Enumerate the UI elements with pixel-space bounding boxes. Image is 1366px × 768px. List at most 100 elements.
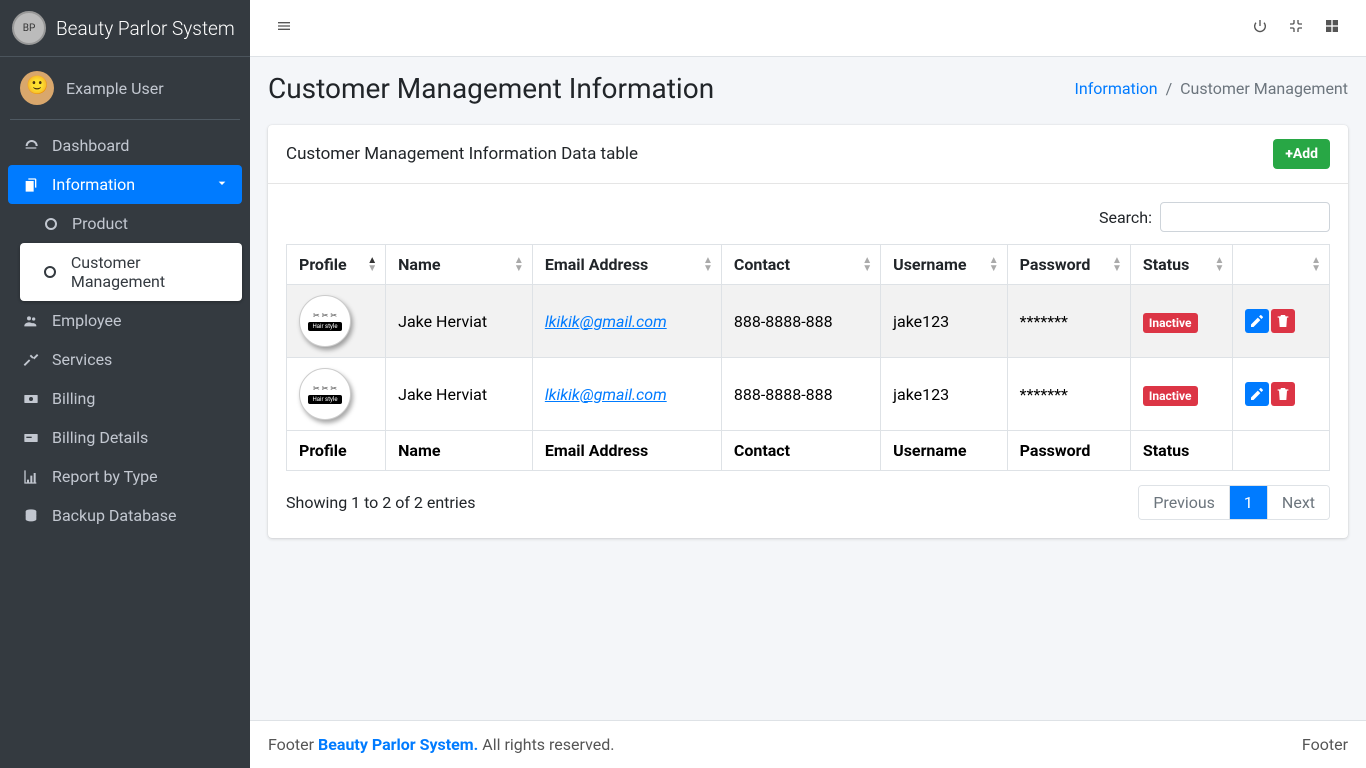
- delete-button[interactable]: [1271, 382, 1295, 406]
- breadcrumb-separator: /: [1162, 79, 1181, 98]
- tools-icon: [20, 352, 42, 368]
- chart-bar-icon: [20, 469, 42, 485]
- card-title: Customer Management Information Data tab…: [286, 144, 638, 164]
- card-body: Search: Profile▲▼ Name▲▼ Email Address▲▼…: [268, 184, 1348, 538]
- nav-label: Employee: [52, 311, 121, 330]
- database-icon: [20, 508, 42, 524]
- nav-label: Billing: [52, 389, 95, 408]
- col-email[interactable]: Email Address▲▼: [532, 245, 721, 285]
- page-title: Customer Management Information: [268, 72, 714, 105]
- delete-button[interactable]: [1271, 309, 1295, 333]
- edit-button[interactable]: [1245, 309, 1269, 333]
- nav-label: Services: [52, 350, 112, 369]
- cell-username: jake123: [881, 285, 1008, 358]
- add-button-label: Add: [1293, 146, 1318, 162]
- menu-toggle-button[interactable]: [266, 10, 302, 46]
- edit-button[interactable]: [1245, 382, 1269, 406]
- search-input[interactable]: [1160, 202, 1330, 232]
- nav-label: Dashboard: [52, 136, 129, 155]
- nav-customer-management[interactable]: Customer Management: [20, 243, 242, 301]
- foot-contact: Contact: [721, 431, 880, 471]
- nav-backup[interactable]: Backup Database: [8, 496, 242, 535]
- money-icon: [20, 391, 42, 407]
- col-username[interactable]: Username▲▼: [881, 245, 1008, 285]
- bars-icon: [276, 18, 292, 34]
- foot-profile: Profile: [287, 431, 386, 471]
- sidebar: BP Beauty Parlor System Example User Das…: [0, 0, 250, 768]
- table-row: Hair style Jake Herviat lkikik@gmail.com…: [287, 285, 1330, 358]
- table-row: Hair style Jake Herviat lkikik@gmail.com…: [287, 358, 1330, 431]
- nav-dashboard[interactable]: Dashboard: [8, 126, 242, 165]
- user-name-label: Example User: [66, 79, 164, 98]
- cell-email-link[interactable]: lkikik@gmail.com: [545, 312, 667, 331]
- compress-button[interactable]: [1278, 10, 1314, 46]
- cell-username: jake123: [881, 358, 1008, 431]
- cell-contact: 888-8888-888: [721, 358, 880, 431]
- search-label: Search:: [1099, 208, 1152, 227]
- pencil-icon: [1249, 386, 1265, 402]
- col-status[interactable]: Status▲▼: [1130, 245, 1233, 285]
- foot-name: Name: [386, 431, 533, 471]
- status-badge: Inactive: [1143, 313, 1198, 333]
- breadcrumb: Information / Customer Management: [1075, 79, 1348, 98]
- sort-asc-icon: ▲▼: [367, 257, 377, 273]
- circle-icon: [40, 218, 62, 230]
- nav-label: Information: [52, 175, 135, 194]
- table-footer: Showing 1 to 2 of 2 entries Previous 1 N…: [286, 485, 1330, 520]
- cell-password: *******: [1007, 285, 1130, 358]
- sort-icon: ▲▼: [989, 257, 999, 273]
- nav-label: Backup Database: [52, 506, 177, 525]
- page-next[interactable]: Next: [1267, 486, 1329, 519]
- footer-brand-link[interactable]: Beauty Parlor System.: [318, 735, 478, 754]
- brand-logo-icon: BP: [12, 11, 46, 45]
- breadcrumb-link[interactable]: Information: [1075, 79, 1158, 98]
- foot-actions: [1233, 431, 1330, 471]
- nav-report[interactable]: Report by Type: [8, 457, 242, 496]
- page-previous[interactable]: Previous: [1139, 486, 1229, 519]
- col-contact[interactable]: Contact▲▼: [721, 245, 880, 285]
- foot-password: Password: [1007, 431, 1130, 471]
- sort-icon: ▲▼: [514, 257, 524, 273]
- breadcrumb-current: Customer Management: [1180, 79, 1348, 98]
- cell-name: Jake Herviat: [386, 285, 533, 358]
- search-row: Search:: [286, 202, 1330, 232]
- cell-email-link[interactable]: lkikik@gmail.com: [545, 385, 667, 404]
- nav-product[interactable]: Product: [20, 204, 242, 243]
- plus-icon: +: [1285, 146, 1292, 162]
- col-name[interactable]: Name▲▼: [386, 245, 533, 285]
- user-panel[interactable]: Example User: [10, 57, 240, 120]
- add-button[interactable]: +Add: [1273, 139, 1330, 169]
- grid-icon: [1324, 18, 1340, 34]
- brand[interactable]: BP Beauty Parlor System: [0, 0, 250, 57]
- user-avatar-icon: [20, 71, 54, 105]
- pagination: Previous 1 Next: [1138, 485, 1330, 520]
- footer-rights: All rights reserved.: [478, 735, 614, 754]
- sort-icon: ▲▼: [862, 257, 872, 273]
- power-icon: [1252, 18, 1268, 34]
- col-password[interactable]: Password▲▼: [1007, 245, 1130, 285]
- nav-employee[interactable]: Employee: [8, 301, 242, 340]
- chevron-down-icon: [214, 175, 230, 195]
- nav-label: Report by Type: [52, 467, 158, 486]
- status-badge: Inactive: [1143, 386, 1198, 406]
- grid-button[interactable]: [1314, 10, 1350, 46]
- compress-icon: [1288, 18, 1304, 34]
- power-button[interactable]: [1242, 10, 1278, 46]
- sort-icon: ▲▼: [703, 257, 713, 273]
- foot-status: Status: [1130, 431, 1233, 471]
- nav-services[interactable]: Services: [8, 340, 242, 379]
- cell-name: Jake Herviat: [386, 358, 533, 431]
- money-check-icon: [20, 430, 42, 446]
- col-profile[interactable]: Profile▲▼: [287, 245, 386, 285]
- nav-information[interactable]: Information: [8, 165, 242, 204]
- profile-image: Hair style: [299, 295, 351, 347]
- page-1[interactable]: 1: [1229, 486, 1267, 519]
- col-actions[interactable]: ▲▼: [1233, 245, 1330, 285]
- trash-icon: [1275, 386, 1291, 402]
- nav-billing[interactable]: Billing: [8, 379, 242, 418]
- cell-contact: 888-8888-888: [721, 285, 880, 358]
- trash-icon: [1275, 313, 1291, 329]
- customer-table: Profile▲▼ Name▲▼ Email Address▲▼ Contact…: [286, 244, 1330, 471]
- nav-billing-details[interactable]: Billing Details: [8, 418, 242, 457]
- footer: Footer Beauty Parlor System. All rights …: [250, 720, 1366, 768]
